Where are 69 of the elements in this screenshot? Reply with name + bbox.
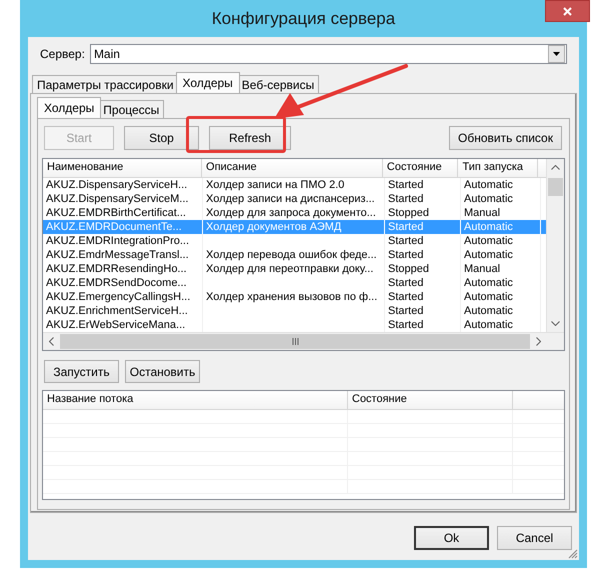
dialog-button[interactable]: Ok: [414, 526, 489, 550]
table-cell: Automatic: [464, 235, 513, 247]
table-cell: Холдер записи на ПМО 2.0: [206, 179, 344, 191]
table-cell: Started: [388, 277, 424, 289]
table-cell: AKUZ.EMDRIntegrationPro...: [46, 235, 190, 247]
toolbar-button[interactable]: Обновить список: [449, 126, 562, 150]
table-cell: Manual: [464, 207, 500, 219]
table-cell: Automatic: [464, 277, 513, 289]
tab[interactable]: Параметры трассировки: [32, 75, 179, 93]
table-row[interactable]: AKUZ.EnrichmentServiceH... Started Automatic: [43, 304, 546, 318]
thread-list[interactable]: Название потока Состояние: [42, 390, 565, 500]
tab[interactable]: Холдеры: [176, 72, 240, 93]
table-cell: Started: [388, 193, 424, 205]
table-cell: AKUZ.EMDRResendingHo...: [46, 263, 187, 275]
thread-button[interactable]: Запустить: [44, 360, 119, 383]
table-cell: Automatic: [464, 291, 513, 303]
table-row[interactable]: AKUZ.EmdrMessageTransl... Холдер перевода ошибок феде... Started Automatic: [43, 248, 546, 262]
table-cell: AKUZ.EMDRDocumentTe...: [46, 221, 182, 233]
server-label: Сервер:: [40, 47, 85, 61]
table-cell: Холдер перевода ошибок феде...: [206, 249, 377, 261]
column-header[interactable]: Тип запуска: [458, 159, 538, 178]
table-cell: Manual: [464, 263, 500, 275]
column-header[interactable]: Состояние: [382, 159, 458, 178]
table-cell: Холдер для запроса документо...: [206, 207, 376, 219]
table-cell: Started: [388, 319, 424, 331]
column-header[interactable]: Состояние: [348, 391, 513, 410]
table-row[interactable]: AKUZ.DispensaryServiceM... Холдер записи на диспансериз... Started Automatic: [43, 192, 546, 206]
tab[interactable]: Процессы: [98, 100, 164, 118]
table-cell: Automatic: [464, 193, 513, 205]
server-dropdown[interactable]: Main: [90, 44, 567, 64]
table-row[interactable]: AKUZ.EMDRSendDocome... Started Automatic: [43, 276, 546, 290]
table-row[interactable]: AKUZ.DispensaryServiceH... Холдер записи на ПМО 2.0 Started Automatic: [43, 178, 546, 192]
table-row[interactable]: AKUZ.EmergencyCallingsH... Холдер хранения вызовов по ф... Started Automatic: [43, 290, 546, 304]
toolbar-button[interactable]: Refresh: [209, 126, 291, 150]
table-cell: AKUZ.DispensaryServiceM...: [46, 193, 188, 205]
table-cell: Stopped: [388, 207, 429, 219]
table-cell: Холдер для переотправки доку...: [206, 263, 374, 275]
tab[interactable]: Холдеры: [37, 97, 102, 118]
table-row[interactable]: AKUZ.EMDRResendingHo... Холдер для переотправки доку... Stopped Manual: [43, 262, 546, 276]
table-cell: AKUZ.ErWebServiceMana...: [46, 319, 186, 331]
dialog-button[interactable]: Cancel: [497, 526, 572, 550]
table-row[interactable]: AKUZ.EMDRIntegrationPro... Started Automatic: [43, 234, 546, 248]
table-cell: AKUZ.EMDRSendDocome...: [46, 277, 187, 289]
table-cell: Stopped: [388, 263, 429, 275]
window-title: Конфигурация сервера: [212, 8, 396, 28]
table-cell: Started: [388, 235, 424, 247]
table-cell: Started: [388, 249, 424, 261]
column-header[interactable]: Название потока: [43, 391, 348, 410]
table-cell: AKUZ.EmdrMessageTransl...: [46, 249, 189, 261]
table-cell: Automatic: [464, 319, 513, 331]
table-cell: Холдер документов АЭМД: [206, 221, 342, 233]
table-cell: AKUZ.EnrichmentServiceH...: [46, 305, 188, 317]
table-cell: Automatic: [464, 249, 513, 261]
toolbar-button[interactable]: Stop: [124, 126, 199, 150]
table-cell: AKUZ.EMDRBirthCertificat...: [46, 207, 186, 219]
column-header[interactable]: Описание: [202, 159, 383, 178]
table-cell: AKUZ.EmergencyCallingsH...: [46, 291, 190, 303]
table-cell: AKUZ.DispensaryServiceH...: [46, 179, 188, 191]
table-cell: Холдер хранения вызовов по ф...: [206, 291, 378, 303]
column-header[interactable]: Наименование: [43, 159, 202, 178]
table-cell: Started: [388, 291, 424, 303]
thread-button[interactable]: Остановить: [125, 360, 200, 383]
table-cell: Started: [388, 305, 424, 317]
table-cell: Automatic: [464, 221, 513, 233]
table-cell: Automatic: [464, 305, 513, 317]
table-cell: Automatic: [464, 179, 513, 191]
table-cell: Started: [388, 221, 424, 233]
table-cell: Холдер записи на диспансериз...: [206, 193, 375, 205]
table-cell: Started: [388, 179, 424, 191]
